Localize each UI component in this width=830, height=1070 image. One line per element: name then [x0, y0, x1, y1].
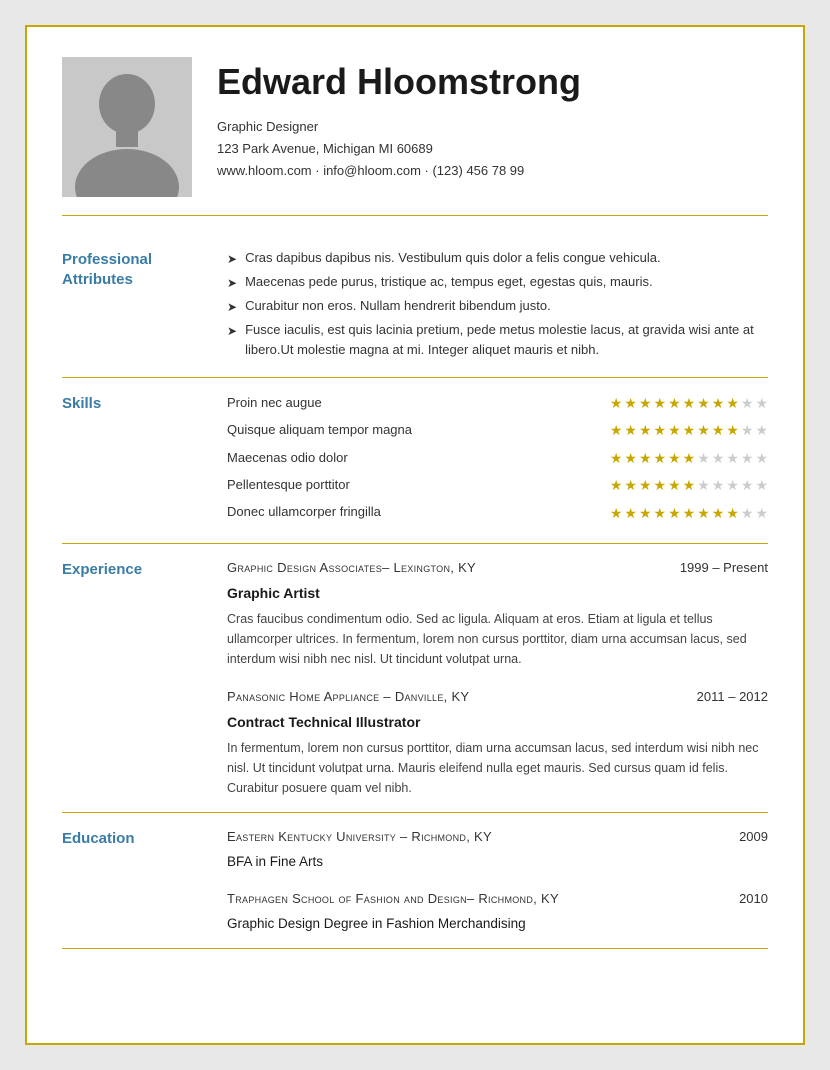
company-name: Panasonic Home Appliance – Danville, KY: [227, 687, 469, 708]
arrow-icon: ➤: [227, 298, 237, 316]
experience-dates: 2011 – 2012: [697, 687, 768, 708]
professional-attributes-label: Professional Attributes: [62, 248, 207, 363]
star-rating: ★★★★★★★★★★★: [610, 447, 768, 469]
arrow-icon: ➤: [227, 322, 237, 359]
professional-attributes-section: Professional Attributes ➤ Cras dapibus d…: [62, 234, 768, 378]
list-item: ➤ Cras dapibus dapibus nis. Vestibulum q…: [227, 248, 768, 268]
attributes-list: ➤ Cras dapibus dapibus nis. Vestibulum q…: [227, 248, 768, 359]
skill-row: Pellentesque porttitor ★★★★★★★★★★★: [227, 474, 768, 496]
resume-page: Edward Hloomstrong Graphic Designer 123 …: [25, 25, 805, 1045]
skills-section: Skills Proin nec augue ★★★★★★★★★★★ Quisq…: [62, 378, 768, 544]
header-section: Edward Hloomstrong Graphic Designer 123 …: [62, 57, 768, 216]
skill-row: Proin nec augue ★★★★★★★★★★★: [227, 392, 768, 414]
avatar: [62, 57, 192, 197]
header-info: Edward Hloomstrong Graphic Designer 123 …: [217, 57, 768, 182]
experience-header: Graphic Design Associates– Lexington, KY…: [227, 558, 768, 579]
experience-section: Experience Graphic Design Associates– Le…: [62, 544, 768, 813]
graduation-year: 2009: [739, 827, 768, 848]
experience-item: Graphic Design Associates– Lexington, KY…: [227, 558, 768, 669]
graduation-year: 2010: [739, 889, 768, 910]
skills-content: Proin nec augue ★★★★★★★★★★★ Quisque aliq…: [227, 392, 768, 529]
education-item: Eastern Kentucky University – Richmond, …: [227, 827, 768, 872]
star-rating: ★★★★★★★★★★★: [610, 474, 768, 496]
experience-label: Experience: [62, 558, 207, 798]
education-item: Traphagen School of Fashion and Design– …: [227, 889, 768, 934]
experience-content: Graphic Design Associates– Lexington, KY…: [227, 558, 768, 798]
education-section: Education Eastern Kentucky University – …: [62, 813, 768, 949]
experience-header: Panasonic Home Appliance – Danville, KY …: [227, 687, 768, 708]
experience-item: Panasonic Home Appliance – Danville, KY …: [227, 687, 768, 798]
education-content: Eastern Kentucky University – Richmond, …: [227, 827, 768, 934]
job-title: Contract Technical Illustrator: [227, 711, 768, 733]
candidate-title: Graphic Designer 123 Park Avenue, Michig…: [217, 116, 768, 182]
education-header: Traphagen School of Fashion and Design– …: [227, 889, 768, 910]
list-item: ➤ Curabitur non eros. Nullam hendrerit b…: [227, 296, 768, 316]
star-rating: ★★★★★★★★★★★: [610, 502, 768, 524]
job-title: Graphic Artist: [227, 582, 768, 604]
professional-attributes-content: ➤ Cras dapibus dapibus nis. Vestibulum q…: [227, 248, 768, 363]
list-item: ➤ Maecenas pede purus, tristique ac, tem…: [227, 272, 768, 292]
arrow-icon: ➤: [227, 274, 237, 292]
degree-title: BFA in Fine Arts: [227, 851, 768, 873]
job-description: In fermentum, lorem non cursus porttitor…: [227, 738, 768, 798]
list-item: ➤ Fusce iaculis, est quis lacinia pretiu…: [227, 320, 768, 359]
skill-row: Maecenas odio dolor ★★★★★★★★★★★: [227, 447, 768, 469]
star-rating: ★★★★★★★★★★★: [610, 392, 768, 414]
education-header: Eastern Kentucky University – Richmond, …: [227, 827, 768, 848]
skill-row: Quisque aliquam tempor magna ★★★★★★★★★★★: [227, 419, 768, 441]
education-label: Education: [62, 827, 207, 934]
star-rating: ★★★★★★★★★★★: [610, 419, 768, 441]
contact-info: www.hloom.com · info@hloom.com · (123) 4…: [217, 160, 768, 182]
arrow-icon: ➤: [227, 250, 237, 268]
candidate-name: Edward Hloomstrong: [217, 62, 768, 102]
job-title: Graphic Designer: [217, 116, 768, 138]
degree-title: Graphic Design Degree in Fashion Merchan…: [227, 913, 768, 935]
experience-dates: 1999 – Present: [680, 558, 768, 579]
school-name: Traphagen School of Fashion and Design– …: [227, 889, 559, 910]
company-name: Graphic Design Associates– Lexington, KY: [227, 558, 476, 579]
school-name: Eastern Kentucky University – Richmond, …: [227, 827, 492, 848]
skills-label: Skills: [62, 392, 207, 529]
address: 123 Park Avenue, Michigan MI 60689: [217, 138, 768, 160]
job-description: Cras faucibus condimentum odio. Sed ac l…: [227, 609, 768, 669]
skill-row: Donec ullamcorper fringilla ★★★★★★★★★★★: [227, 502, 768, 524]
